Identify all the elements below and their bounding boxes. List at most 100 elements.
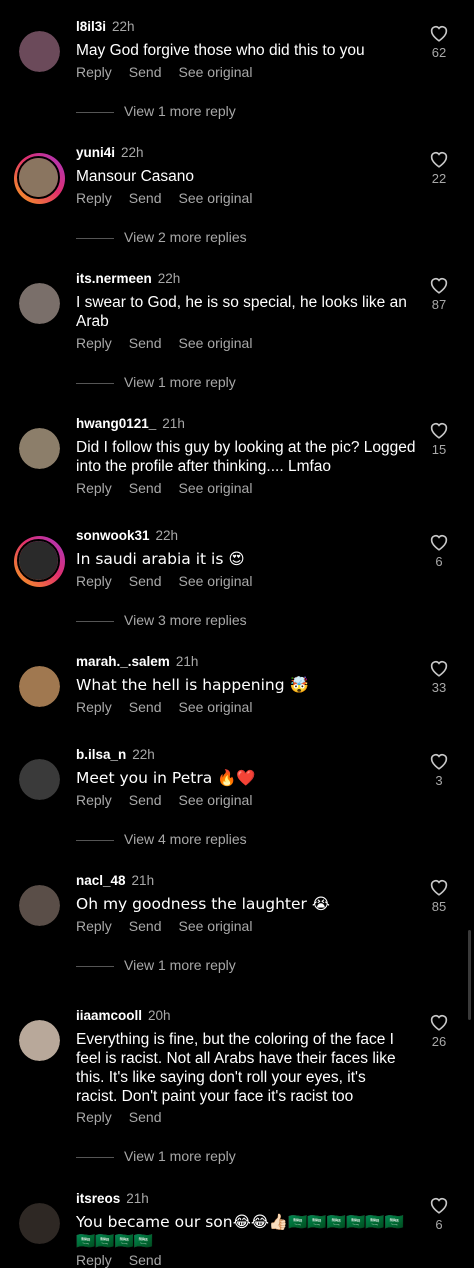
heart-icon[interactable] [429, 421, 449, 439]
send-button[interactable]: Send [129, 1109, 162, 1125]
like-count: 62 [431, 45, 447, 60]
heart-icon[interactable] [429, 752, 449, 770]
timestamp: 22h [157, 271, 181, 286]
username[interactable]: its.nermeen [76, 271, 152, 286]
see-original-button[interactable]: See original [179, 699, 253, 715]
username[interactable]: yuni4i [76, 145, 115, 160]
comment-meta: marah._.salem 21h [76, 654, 198, 669]
comment-meta: yuni4i 22h [76, 145, 144, 160]
see-original-button[interactable]: See original [179, 792, 253, 808]
view-more-replies[interactable]: View 4 more replies [76, 831, 247, 847]
comment-meta: its.nermeen 22h [76, 271, 180, 286]
like-count: 85 [431, 899, 447, 914]
avatar[interactable] [19, 31, 60, 72]
reply-button[interactable]: Reply [76, 335, 112, 351]
heart-icon[interactable] [429, 1013, 449, 1031]
view-more-replies[interactable]: View 1 more reply [76, 957, 236, 973]
avatar[interactable] [19, 666, 60, 707]
divider [76, 237, 114, 239]
comment-meta: itsreos 21h [76, 1191, 149, 1206]
reply-button[interactable]: Reply [76, 918, 112, 934]
like-control: 6 [427, 1196, 451, 1232]
send-button[interactable]: Send [129, 190, 162, 206]
timestamp: 22h [155, 528, 179, 543]
avatar[interactable] [14, 536, 65, 587]
comment-text: May God forgive those who did this to yo… [76, 42, 365, 59]
like-control: 26 [427, 1013, 451, 1049]
comments-list: l8il3i 22h May God forgive those who did … [0, 0, 474, 1268]
avatar[interactable] [19, 1020, 60, 1061]
avatar[interactable] [19, 885, 60, 926]
avatar[interactable] [19, 428, 60, 469]
send-button[interactable]: Send [129, 1252, 162, 1268]
comment-meta: hwang0121_ 21h [76, 416, 185, 431]
reply-button[interactable]: Reply [76, 190, 112, 206]
heart-icon[interactable] [429, 1196, 449, 1214]
like-count: 3 [435, 773, 443, 788]
username[interactable]: marah._.salem [76, 654, 170, 669]
heart-icon[interactable] [429, 878, 449, 896]
like-count: 26 [431, 1034, 447, 1049]
like-count: 22 [431, 171, 447, 186]
view-more-replies[interactable]: View 1 more reply [76, 374, 236, 390]
send-button[interactable]: Send [129, 64, 162, 80]
comment-meta: b.ilsa_n 22h [76, 747, 155, 762]
username[interactable]: iiaamcooll [76, 1008, 142, 1023]
reply-button[interactable]: Reply [76, 573, 112, 589]
comment-text: Everything is fine, but the coloring of … [76, 1031, 396, 1105]
send-button[interactable]: Send [129, 335, 162, 351]
comment-text: Mansour Casano [76, 168, 195, 185]
heart-icon[interactable] [429, 276, 449, 294]
timestamp: 22h [112, 19, 135, 34]
reply-button[interactable]: Reply [76, 699, 112, 715]
username[interactable]: nacl_48 [76, 873, 126, 888]
heart-icon[interactable] [429, 150, 449, 168]
like-count: 6 [435, 554, 443, 569]
send-button[interactable]: Send [129, 918, 162, 934]
like-control: 87 [427, 276, 451, 312]
username[interactable]: hwang0121_ [76, 416, 156, 431]
view-more-replies[interactable]: View 1 more reply [76, 1148, 236, 1164]
comment-actions: Reply Send See original [76, 64, 269, 80]
username[interactable]: l8il3i [76, 19, 106, 34]
send-button[interactable]: Send [129, 699, 162, 715]
view-more-replies[interactable]: View 2 more replies [76, 229, 247, 245]
avatar[interactable] [19, 759, 60, 800]
see-original-button[interactable]: See original [179, 480, 253, 496]
comment-actions: Reply Send See original [76, 792, 269, 808]
username[interactable]: b.ilsa_n [76, 747, 126, 762]
reply-button[interactable]: Reply [76, 1109, 112, 1125]
see-original-button[interactable]: See original [179, 918, 253, 934]
heart-icon[interactable] [429, 659, 449, 677]
send-button[interactable]: Send [129, 792, 162, 808]
comment-actions: Reply Send See original [76, 918, 269, 934]
like-control: 22 [427, 150, 451, 186]
send-button[interactable]: Send [129, 480, 162, 496]
username[interactable]: sonwook31 [76, 528, 150, 543]
username[interactable]: itsreos [76, 1191, 120, 1206]
see-original-button[interactable]: See original [179, 64, 253, 80]
scrollbar[interactable] [468, 930, 471, 1020]
reply-button[interactable]: Reply [76, 480, 112, 496]
avatar[interactable] [14, 153, 65, 204]
see-original-button[interactable]: See original [179, 190, 253, 206]
heart-icon[interactable] [429, 533, 449, 551]
divider [76, 839, 114, 841]
comment-meta: iiaamcooll 20h [76, 1008, 171, 1023]
view-more-replies[interactable]: View 3 more replies [76, 612, 247, 628]
reply-button[interactable]: Reply [76, 1252, 112, 1268]
avatar[interactable] [19, 283, 60, 324]
heart-icon[interactable] [429, 24, 449, 42]
see-original-button[interactable]: See original [179, 335, 253, 351]
view-more-replies[interactable]: View 1 more reply [76, 103, 236, 119]
send-button[interactable]: Send [129, 573, 162, 589]
avatar[interactable] [19, 1203, 60, 1244]
timestamp: 20h [148, 1008, 171, 1023]
reply-button[interactable]: Reply [76, 792, 112, 808]
comment-actions: Reply Send See original [76, 699, 269, 715]
timestamp: 21h [126, 1191, 149, 1206]
reply-button[interactable]: Reply [76, 64, 112, 80]
comment-text: In saudi arabia it is 😍 [76, 550, 245, 568]
see-original-button[interactable]: See original [179, 573, 253, 589]
comment-meta: l8il3i 22h [76, 19, 135, 34]
